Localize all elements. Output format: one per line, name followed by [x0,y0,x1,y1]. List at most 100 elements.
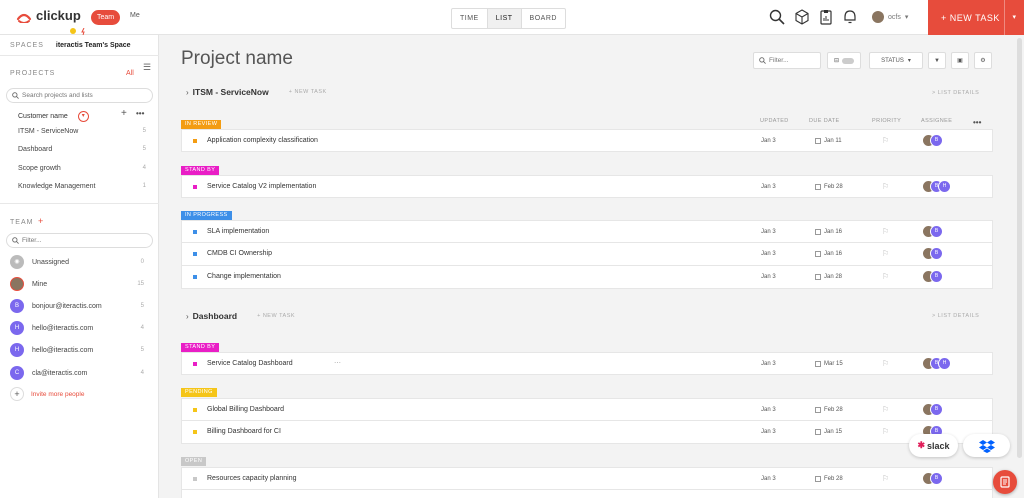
task-name[interactable]: Resources capacity planning [207,475,297,482]
filter-input[interactable] [769,57,819,64]
customer-selector[interactable]: Customer name ▾ + ••• [18,108,146,123]
list-group-header[interactable]: › ITSM - ServiceNow + NEW TASK [186,87,327,97]
task-row[interactable]: SLA implementation Jan 3 Jan 16 ⚐ B [181,220,993,243]
save-icon[interactable]: ▣ [951,52,969,69]
task-due-date[interactable]: Jan 16 [815,251,842,257]
task-due-date[interactable]: Jan 15 [815,429,842,435]
more-options-icon[interactable]: ••• [973,118,981,127]
project-search-input[interactable] [22,92,147,99]
team-member-item[interactable]: H hello@iteractis.com 5 [10,342,144,358]
task-assignees[interactable]: B [922,134,943,147]
priority-flag-icon[interactable]: ⚐ [882,136,889,145]
tab-time[interactable]: TIME [452,9,488,28]
chevron-right-icon[interactable]: › [186,88,189,97]
priority-flag-icon[interactable]: ⚐ [882,474,889,483]
task-assignees[interactable]: B [922,247,943,260]
all-projects-link[interactable]: All [126,70,134,77]
scrollbar[interactable] [1017,38,1022,458]
task-due-date[interactable]: Feb 28 [815,407,843,413]
new-task-link[interactable]: + NEW TASK [257,313,295,319]
tab-board[interactable]: BOARD [522,9,565,28]
user-menu[interactable]: ocfs ▾ [872,11,908,23]
notepad-button[interactable] [993,470,1017,494]
column-due-date[interactable]: DUE DATE [809,118,840,124]
task-row[interactable] [181,490,993,498]
me-link[interactable]: Me [130,12,140,19]
add-project-icon[interactable]: + [121,108,127,119]
task-name[interactable]: Global Billing Dashboard [207,406,284,413]
more-options-icon[interactable]: ••• [136,109,144,118]
list-group-header[interactable]: › Dashboard + NEW TASK [186,311,295,321]
team-member-item[interactable]: Mine 15 [10,276,144,292]
task-assignees[interactable]: B [922,403,943,416]
sidebar-project-item[interactable]: Scope growth 4 [18,161,146,175]
task-name[interactable]: SLA implementation [207,228,269,235]
sidebar-project-item[interactable]: Dashboard 5 [18,142,146,156]
subtasks-toggle[interactable]: ⊟ [827,52,861,69]
task-row[interactable]: Billing Dashboard for CI Jan 3 Jan 15 ⚐ … [181,421,993,444]
chevron-right-icon[interactable]: › [186,312,189,321]
task-assignees[interactable]: BH [922,180,951,193]
task-due-date[interactable]: Jan 16 [815,229,842,235]
column-priority[interactable]: PRIORITY [872,118,901,124]
collapse-icon[interactable]: ☰ [143,62,151,73]
spaces-row[interactable]: SPACES iteractis Team's Space [10,42,131,49]
team-filter-input[interactable] [22,237,147,244]
task-name[interactable]: CMDB CI Ownership [207,250,272,257]
team-member-item[interactable]: C cla@iteractis.com 4 [10,365,144,381]
task-assignees[interactable]: B [922,472,943,485]
clickup-logo[interactable]: clickup [16,8,81,23]
task-name[interactable]: Application complexity classification [207,137,318,144]
invite-people-link[interactable]: + Invite more people [10,387,84,401]
slack-integration-button[interactable]: ✱ slack [909,434,958,457]
priority-flag-icon[interactable]: ⚐ [882,427,889,436]
priority-flag-icon[interactable]: ⚐ [882,182,889,191]
task-due-date[interactable]: Mar 15 [815,361,843,367]
task-name[interactable]: Service Catalog Dashboard [207,360,293,367]
column-updated[interactable]: UPDATED [760,118,789,124]
priority-flag-icon[interactable]: ⚐ [882,227,889,236]
team-member-item[interactable]: B bonjour@iteractis.com 5 [10,298,144,314]
add-team-member-icon[interactable]: + [38,216,43,226]
column-assignee[interactable]: ASSIGNEE [921,118,952,124]
team-member-item[interactable]: ◉ Unassigned 0 [10,254,144,270]
dropbox-integration-button[interactable] [963,434,1010,457]
task-name[interactable]: Service Catalog V2 implementation [207,183,316,190]
new-task-link[interactable]: + NEW TASK [289,89,327,95]
task-name[interactable]: Billing Dashboard for CI [207,428,281,435]
settings-icon[interactable]: ⚙ [974,52,992,69]
list-details-link[interactable]: > LIST DETAILS [932,90,979,96]
priority-flag-icon[interactable]: ⚐ [882,405,889,414]
team-button[interactable]: Team [91,10,121,25]
new-task-button[interactable]: + NEW TASK ▾ [928,0,1024,35]
new-task-caret-icon[interactable]: ▾ [1004,0,1024,35]
priority-flag-icon[interactable]: ⚐ [882,359,889,368]
task-row[interactable]: Resources capacity planning Jan 3 Feb 28… [181,467,993,490]
sidebar-project-item[interactable]: Knowledge Management 1 [18,179,146,193]
task-row[interactable]: Service Catalog V2 implementation Jan 3 … [181,175,993,198]
search-icon[interactable] [769,9,785,25]
ellipsis-icon[interactable]: ⋯ [334,359,341,367]
task-due-date[interactable]: Jan 11 [815,138,842,144]
task-due-date[interactable]: Jan 28 [815,274,842,280]
clipboard-icon[interactable] [818,9,834,25]
priority-flag-icon[interactable]: ⚐ [882,272,889,281]
filter-icon[interactable]: ▼ [928,52,946,69]
task-due-date[interactable]: Feb 28 [815,184,843,190]
task-assignees[interactable]: B [922,270,943,283]
task-row[interactable]: Service Catalog Dashboard ⋯ Jan 3 Mar 15… [181,352,993,375]
sidebar-project-item[interactable]: ITSM - ServiceNow 5 [18,124,146,138]
task-name[interactable]: Change implementation [207,273,281,280]
priority-flag-icon[interactable]: ⚐ [882,249,889,258]
team-member-item[interactable]: H hello@iteractis.com 4 [10,320,144,336]
task-assignees[interactable]: B [922,225,943,238]
task-row[interactable]: CMDB CI Ownership Jan 3 Jan 16 ⚐ B [181,243,993,266]
chevron-down-icon[interactable]: ▾ [77,110,89,122]
task-row[interactable]: Global Billing Dashboard Jan 3 Feb 28 ⚐ … [181,398,993,421]
bell-icon[interactable] [842,9,858,25]
task-row[interactable]: Change implementation Jan 3 Jan 28 ⚐ B [181,266,993,289]
cube-icon[interactable] [794,9,810,25]
list-details-link[interactable]: > LIST DETAILS [932,313,979,319]
task-row[interactable]: Application complexity classification Ja… [181,129,993,152]
task-due-date[interactable]: Feb 28 [815,476,843,482]
